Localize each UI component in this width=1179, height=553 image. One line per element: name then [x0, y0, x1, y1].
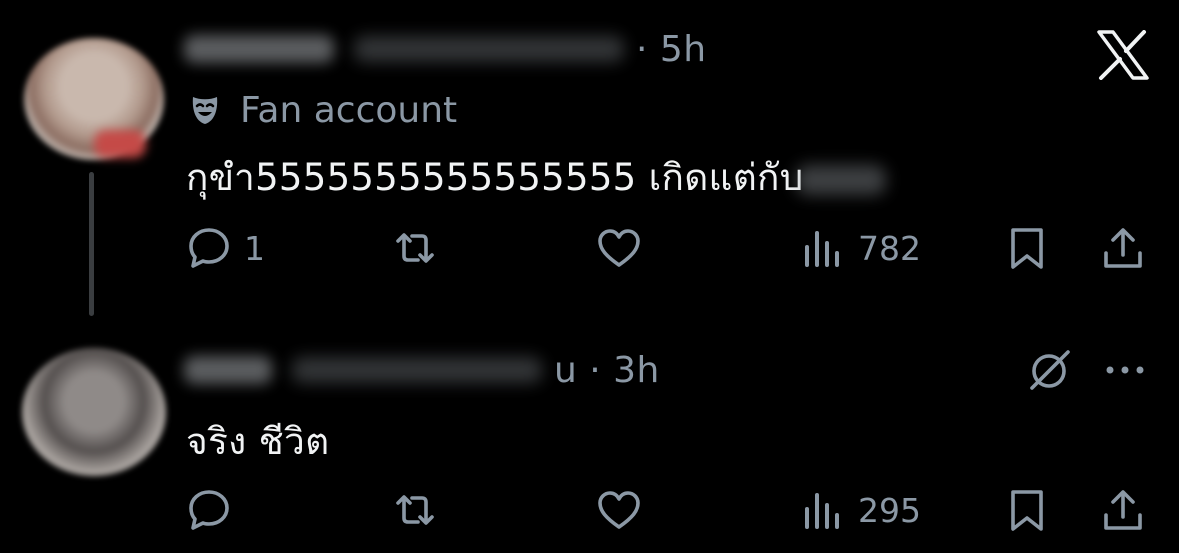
reply-header: · 5h	[184, 28, 707, 70]
bookmark-button[interactable]	[1004, 220, 1050, 276]
reply-header: u · 3h	[184, 349, 660, 391]
bookmark-icon	[1011, 228, 1043, 269]
avatar[interactable]	[24, 38, 164, 160]
reply-icon	[189, 228, 229, 268]
reply-icon	[189, 490, 229, 530]
repost-button[interactable]	[392, 482, 438, 538]
display-name-redacted[interactable]	[184, 35, 334, 63]
share-button[interactable]	[1100, 482, 1146, 538]
timestamp[interactable]: u · 3h	[554, 350, 660, 391]
repost-icon	[396, 495, 434, 525]
share-icon	[1104, 228, 1142, 268]
reply-button[interactable]	[186, 482, 232, 538]
views-count: 782	[858, 228, 921, 268]
reply-text-content: กุขำ5555555555555555 เกิดแต่กับ	[186, 156, 804, 199]
bookmark-icon	[1011, 490, 1043, 531]
redacted-text	[795, 164, 886, 195]
timestamp[interactable]: · 5h	[636, 29, 707, 70]
more-icon[interactable]	[1102, 352, 1148, 388]
x-logo-icon	[1097, 30, 1149, 80]
share-icon	[1104, 490, 1142, 530]
bookmark-button[interactable]	[1004, 482, 1050, 538]
share-button[interactable]	[1100, 220, 1146, 276]
action-bar: 295	[0, 482, 1179, 538]
avatar[interactable]	[22, 348, 166, 476]
display-name-redacted[interactable]	[184, 356, 272, 384]
reply-text: จริง ชีวิต	[186, 420, 330, 463]
heart-icon	[598, 491, 640, 529]
handle-redacted[interactable]	[292, 357, 542, 383]
reply-thread: · 5h Fan account กุขำ5555555555555555 เก…	[0, 0, 1179, 553]
grok-icon[interactable]	[1026, 346, 1074, 394]
like-button[interactable]	[596, 482, 642, 538]
like-button[interactable]	[596, 220, 642, 276]
repost-button[interactable]	[392, 220, 438, 276]
reply-button[interactable]: 1	[186, 220, 265, 276]
reply-count: 1	[244, 228, 265, 268]
views-icon	[805, 493, 839, 529]
account-label-text: Fan account	[240, 89, 458, 131]
views-count: 295	[858, 490, 921, 530]
account-label[interactable]: Fan account	[188, 86, 457, 134]
views-button[interactable]: 295	[800, 482, 921, 538]
heart-icon	[598, 229, 640, 267]
masks-icon	[192, 97, 218, 124]
handle-redacted[interactable]	[354, 36, 624, 62]
views-button[interactable]: 782	[800, 220, 921, 276]
views-icon	[805, 231, 839, 267]
repost-icon	[396, 233, 434, 263]
reply-text: กุขำ5555555555555555 เกิดแต่กับ	[186, 148, 886, 207]
action-bar: 1 782	[0, 220, 1179, 276]
